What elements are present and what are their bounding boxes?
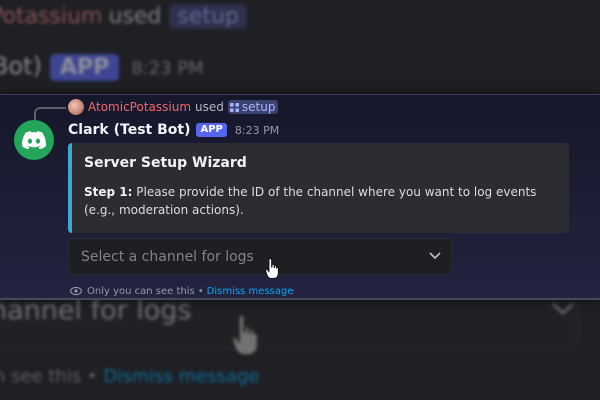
hand-cursor-icon: [265, 258, 279, 279]
bg-app-badge: APP: [49, 54, 120, 81]
reference-username[interactable]: AtomicPotassium: [88, 100, 191, 114]
bg-header-row: Bot) APP 8:23 PM: [0, 52, 204, 81]
footer-separator: •: [197, 285, 204, 297]
bg-dismiss-link: Dismiss message: [103, 366, 260, 387]
app-badge: APP: [196, 123, 227, 137]
bg-command: setup: [169, 4, 247, 29]
dismiss-message-link[interactable]: Dismiss message: [207, 286, 294, 297]
ephemeral-notice: Only you can see this: [87, 285, 195, 297]
bg-command-label: setup: [177, 4, 239, 29]
chevron-down-icon: [429, 252, 441, 259]
bg-username: Potassium: [0, 4, 103, 29]
embed-card: Server Setup Wizard Step 1: Please provi…: [68, 143, 569, 233]
eye-icon: [70, 286, 82, 296]
reference-avatar[interactable]: [68, 99, 84, 115]
bg-footer-row: n see this • Dismiss message: [0, 366, 259, 387]
bg-timestamp: 8:23 PM: [131, 58, 204, 79]
bg-footer-notice: n see this: [0, 366, 82, 387]
embed-step-label: Step 1:: [84, 185, 133, 199]
command-reference[interactable]: AtomicPotassium used setup: [68, 99, 279, 115]
bg-used-text: used: [108, 4, 162, 29]
channel-select-placeholder: Select a channel for logs: [81, 248, 254, 265]
slash-command-chip[interactable]: setup: [227, 100, 279, 114]
bg-reference-row: Potassium used setup: [0, 4, 247, 29]
channel-select-dropdown[interactable]: Select a channel for logs: [68, 238, 452, 275]
discord-logo-icon: [22, 131, 46, 149]
bg-author: Bot): [0, 52, 42, 80]
message-timestamp: 8:23 PM: [234, 123, 280, 137]
embed-step-text: Please provide the ID of the channel whe…: [84, 185, 537, 217]
reference-used-text: used: [195, 100, 224, 114]
ephemeral-footer: Only you can see this • Dismiss message: [70, 284, 293, 298]
bot-avatar[interactable]: [14, 120, 54, 160]
bg-footer-sep: •: [86, 366, 98, 387]
slash-command-label: setup: [241, 100, 276, 114]
message-header: Clark (Test Bot) APP 8:23 PM: [68, 121, 279, 139]
bot-name[interactable]: Clark (Test Bot): [68, 122, 190, 138]
embed-description: Step 1: Please provide the ID of the cha…: [84, 183, 554, 219]
slash-command-icon: [229, 102, 239, 112]
embed-title: Server Setup Wizard: [84, 155, 247, 171]
bg-hand-cursor-icon: [231, 314, 259, 356]
